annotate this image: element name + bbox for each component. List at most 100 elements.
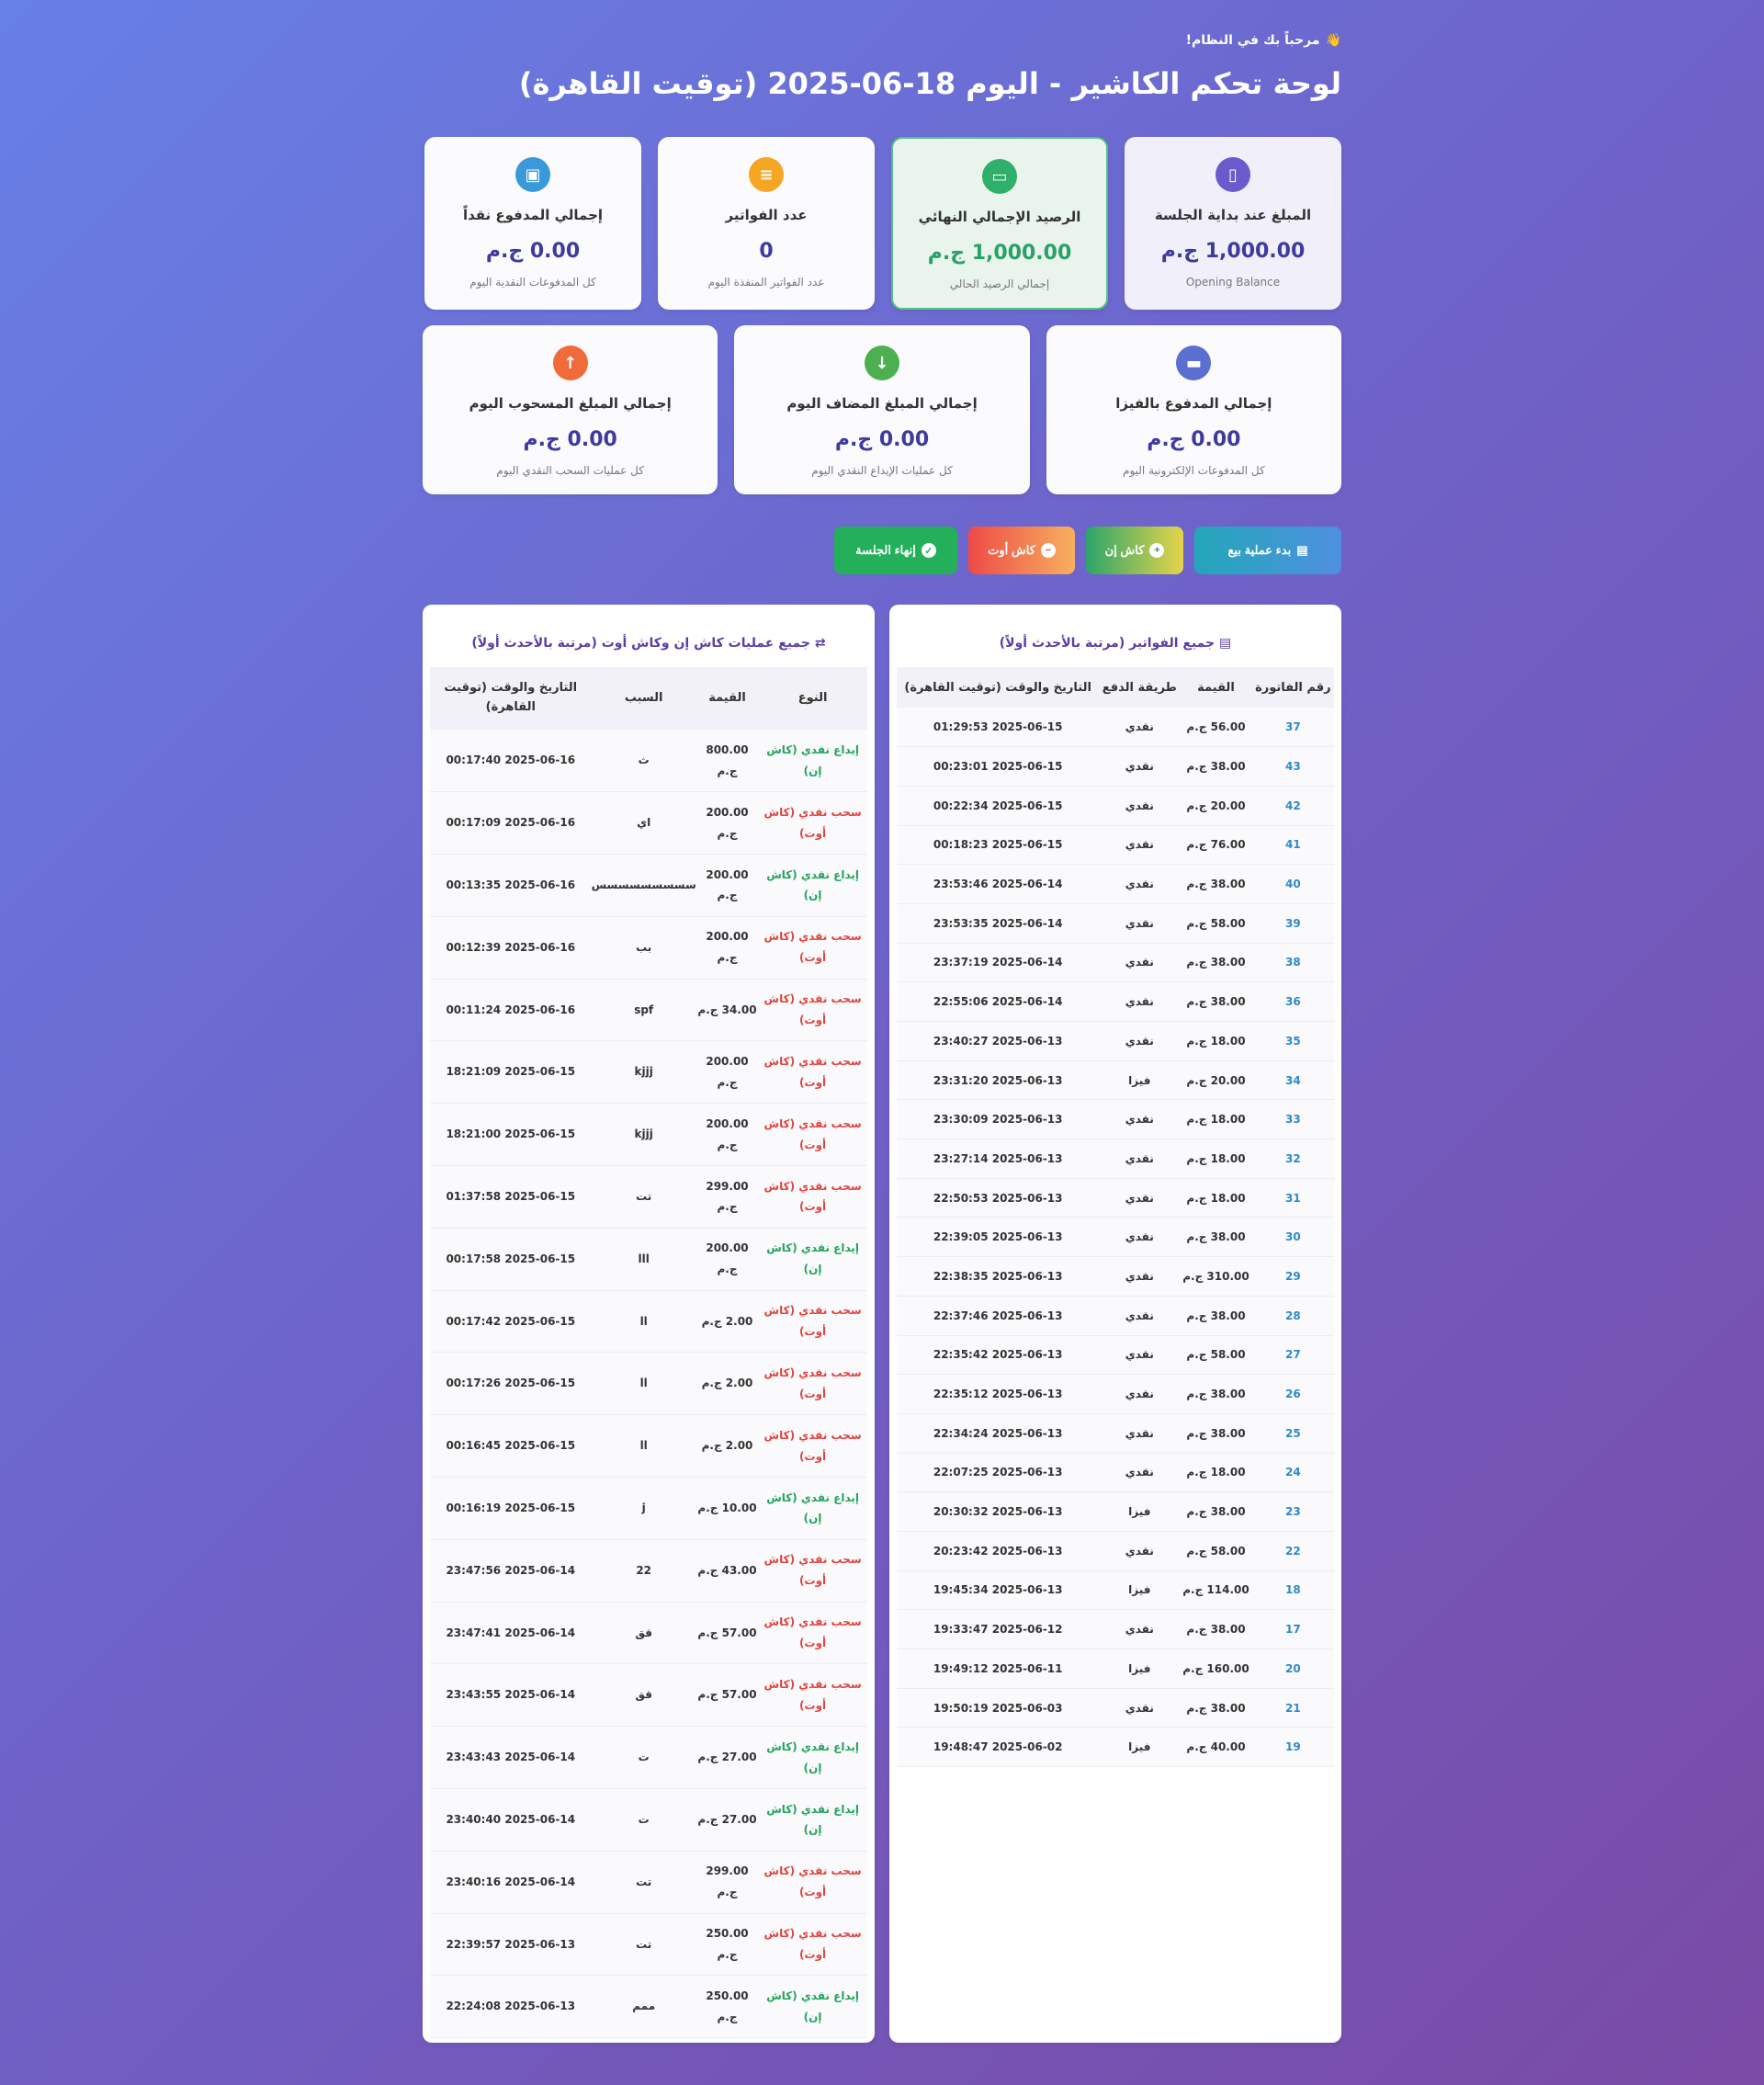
start-sale-button[interactable]: ▤ بدء عملية بيع <box>1194 527 1341 574</box>
end-session-button[interactable]: ✓ إنهاء الجلسة <box>834 527 957 574</box>
table-row[interactable]: 19 40.00 ج.م فيزا 2025-06-02 19:48:47 <box>897 1727 1334 1768</box>
table-row[interactable]: 22 58.00 ج.م نقدي 2025-06-13 20:23:42 <box>897 1531 1334 1571</box>
invoice-amount: 310.00 ج.م <box>1180 1256 1252 1297</box>
card-cash-withdrawn: ↑ إجمالي المبلغ المسحوب اليوم 0.00 ج.م ك… <box>423 325 718 494</box>
invoice-datetime: 2025-06-13 22:37:46 <box>897 1296 1100 1336</box>
operation-amount: 200.00 ج.م <box>695 1040 759 1105</box>
operation-datetime: 2025-06-15 00:16:45 <box>430 1414 592 1479</box>
operation-amount: 250.00 ج.م <box>695 1913 759 1977</box>
operation-type: سحب نقدي (كاش أوت) <box>758 1040 867 1105</box>
operation-reason: ll <box>591 1414 696 1479</box>
invoice-number[interactable]: 27 <box>1251 1335 1334 1376</box>
invoice-number[interactable]: 42 <box>1251 786 1334 826</box>
invoice-datetime: 2025-06-13 22:07:25 <box>897 1453 1100 1493</box>
table-row[interactable]: 39 58.00 ج.م نقدي 2025-06-14 23:53:35 <box>897 903 1334 944</box>
invoice-number[interactable]: 41 <box>1251 825 1334 866</box>
table-row[interactable]: 21 38.00 ج.م نقدي 2025-06-03 19:50:19 <box>897 1688 1334 1728</box>
operation-datetime: 2025-06-15 18:21:09 <box>430 1040 592 1105</box>
invoice-number[interactable]: 35 <box>1251 1021 1334 1061</box>
invoice-number[interactable]: 29 <box>1251 1256 1334 1297</box>
table-row[interactable]: 20 160.00 ج.م فيزا 2025-06-11 19:49:12 <box>897 1649 1334 1689</box>
invoice-number[interactable]: 43 <box>1251 746 1334 787</box>
invoice-number[interactable]: 26 <box>1251 1374 1334 1414</box>
table-row[interactable]: 18 114.00 ج.م فيزا 2025-06-13 19:45:34 <box>897 1570 1334 1611</box>
table-row[interactable]: 42 20.00 ج.م نقدي 2025-06-15 00:22:34 <box>897 786 1334 826</box>
table-row[interactable]: 28 38.00 ج.م نقدي 2025-06-13 22:37:46 <box>897 1296 1334 1336</box>
table-row: سحب نقدي (كاش أوت) 2.00 ج.م ll 2025-06-15 0… <box>430 1290 867 1354</box>
door-icon: ▯ <box>1216 157 1250 192</box>
invoice-number[interactable]: 37 <box>1251 708 1334 748</box>
table-row[interactable]: 37 56.00 ج.م نقدي 2025-06-15 01:29:53 <box>897 708 1334 748</box>
operation-amount: 43.00 ج.م <box>695 1539 759 1603</box>
table-row: إيداع نقدي (كاش إن) 27.00 ج.م ت 2025-06-14 … <box>430 1726 867 1790</box>
table-row[interactable]: 40 38.00 ج.م نقدي 2025-06-14 23:53:46 <box>897 864 1334 904</box>
invoice-number[interactable]: 33 <box>1251 1099 1334 1140</box>
invoice-number[interactable]: 19 <box>1251 1727 1334 1768</box>
invoice-number[interactable]: 21 <box>1251 1688 1334 1728</box>
payment-method: نقدي <box>1099 786 1181 826</box>
operation-datetime: 2025-06-15 00:17:26 <box>430 1352 592 1416</box>
invoice-number[interactable]: 30 <box>1251 1217 1334 1258</box>
invoice-amount: 160.00 ج.م <box>1180 1649 1252 1689</box>
operation-type: إيداع نقدي (كاش إن) <box>758 1788 867 1852</box>
operation-datetime: 2025-06-16 00:17:40 <box>430 730 592 793</box>
table-row[interactable]: 25 38.00 ج.م نقدي 2025-06-13 22:34:24 <box>897 1413 1334 1454</box>
table-row[interactable]: 43 38.00 ج.م نقدي 2025-06-15 00:23:01 <box>897 746 1334 787</box>
payment-method: فيزا <box>1099 1649 1181 1689</box>
table-row[interactable]: 38 38.00 ج.م نقدي 2025-06-14 23:37:19 <box>897 943 1334 983</box>
invoice-number[interactable]: 36 <box>1251 981 1334 1022</box>
invoice-number[interactable]: 25 <box>1251 1413 1334 1454</box>
invoice-number[interactable]: 20 <box>1251 1649 1334 1689</box>
table-row[interactable]: 27 58.00 ج.م نقدي 2025-06-13 22:35:42 <box>897 1335 1334 1376</box>
table-row[interactable]: 36 38.00 ج.م نقدي 2025-06-14 22:55:06 <box>897 981 1334 1022</box>
invoice-amount: 18.00 ج.م <box>1180 1099 1252 1140</box>
table-row[interactable]: 41 76.00 ج.م نقدي 2025-06-15 00:18:23 <box>897 825 1334 866</box>
payment-method: نقدي <box>1099 825 1181 866</box>
invoice-number[interactable]: 17 <box>1251 1609 1334 1649</box>
invoice-number[interactable]: 34 <box>1251 1060 1334 1101</box>
invoice-number[interactable]: 39 <box>1251 903 1334 944</box>
table-row: إيداع نقدي (كاش إن) 200.00 ج.م lll 2025-06-… <box>430 1228 867 1291</box>
table-row[interactable]: 26 38.00 ج.م نقدي 2025-06-13 22:35:12 <box>897 1374 1334 1414</box>
table-row[interactable]: 24 18.00 ج.م نقدي 2025-06-13 22:07:25 <box>897 1453 1334 1493</box>
invoice-number[interactable]: 31 <box>1251 1178 1334 1218</box>
cash-in-button[interactable]: + كاش إن <box>1086 527 1183 574</box>
invoice-datetime: 2025-06-13 23:40:27 <box>897 1021 1100 1061</box>
operation-type: سحب نقدي (كاش أوت) <box>758 916 867 980</box>
operation-amount: 800.00 ج.م <box>695 730 759 793</box>
operation-reason: سسسسسسسسس <box>591 854 696 917</box>
invoice-number[interactable]: 38 <box>1251 943 1334 983</box>
table-row[interactable]: 34 20.00 ج.م فيزا 2025-06-13 23:31:20 <box>897 1060 1334 1101</box>
invoice-datetime: 2025-06-03 19:50:19 <box>897 1688 1100 1728</box>
invoice-amount: 38.00 ج.م <box>1180 1413 1252 1454</box>
payment-method: نقدي <box>1099 1296 1181 1336</box>
payment-method: نقدي <box>1099 1256 1181 1297</box>
table-row: إيداع نقدي (كاش إن) 800.00 ج.م ث 2025-06-16… <box>430 730 867 793</box>
table-row[interactable]: 32 18.00 ج.م نقدي 2025-06-13 23:27:14 <box>897 1139 1334 1179</box>
table-row[interactable]: 17 38.00 ج.م نقدي 2025-06-12 19:33:47 <box>897 1609 1334 1649</box>
card-subtitle: كل المدفوعات النقدية اليوم <box>469 276 596 289</box>
table-row: سحب نقدي (كاش أوت) 200.00 ج.م kjjj 2025-06-… <box>430 1103 867 1167</box>
operation-type: سحب نقدي (كاش أوت) <box>758 1352 867 1416</box>
operation-datetime: 2025-06-15 18:21:00 <box>430 1103 592 1167</box>
table-row[interactable]: 35 18.00 ج.م نقدي 2025-06-13 23:40:27 <box>897 1021 1334 1061</box>
invoice-number[interactable]: 22 <box>1251 1531 1334 1571</box>
card-cash-added: ↓ إجمالي المبلغ المضاف اليوم 0.00 ج.م كل… <box>734 325 1030 494</box>
payment-method: نقدي <box>1099 1021 1181 1061</box>
invoice-number[interactable]: 24 <box>1251 1453 1334 1493</box>
invoice-number[interactable]: 32 <box>1251 1139 1334 1179</box>
invoice-number[interactable]: 18 <box>1251 1570 1334 1611</box>
invoices-title-text: جميع الفواتير (مرتبة بالأحدث أولاً) <box>999 636 1216 651</box>
table-row[interactable]: 29 310.00 ج.م نقدي 2025-06-13 22:38:35 <box>897 1256 1334 1297</box>
cash-out-button[interactable]: − كاش أوت <box>968 527 1075 574</box>
table-row[interactable]: 30 38.00 ج.م نقدي 2025-06-13 22:39:05 <box>897 1217 1334 1258</box>
plus-circle-icon: + <box>1149 543 1165 558</box>
table-row[interactable]: 31 18.00 ج.م نقدي 2025-06-13 22:50:53 <box>897 1178 1334 1218</box>
end-session-label: إنهاء الجلسة <box>855 543 916 557</box>
invoice-number[interactable]: 23 <box>1251 1491 1334 1532</box>
invoice-number[interactable]: 28 <box>1251 1296 1334 1336</box>
table-row[interactable]: 33 18.00 ج.م نقدي 2025-06-13 23:30:09 <box>897 1099 1334 1140</box>
table-row[interactable]: 23 38.00 ج.م فيزا 2025-06-13 20:30:32 <box>897 1491 1334 1532</box>
invoice-number[interactable]: 40 <box>1251 864 1334 904</box>
payment-method: نقدي <box>1099 1453 1181 1493</box>
